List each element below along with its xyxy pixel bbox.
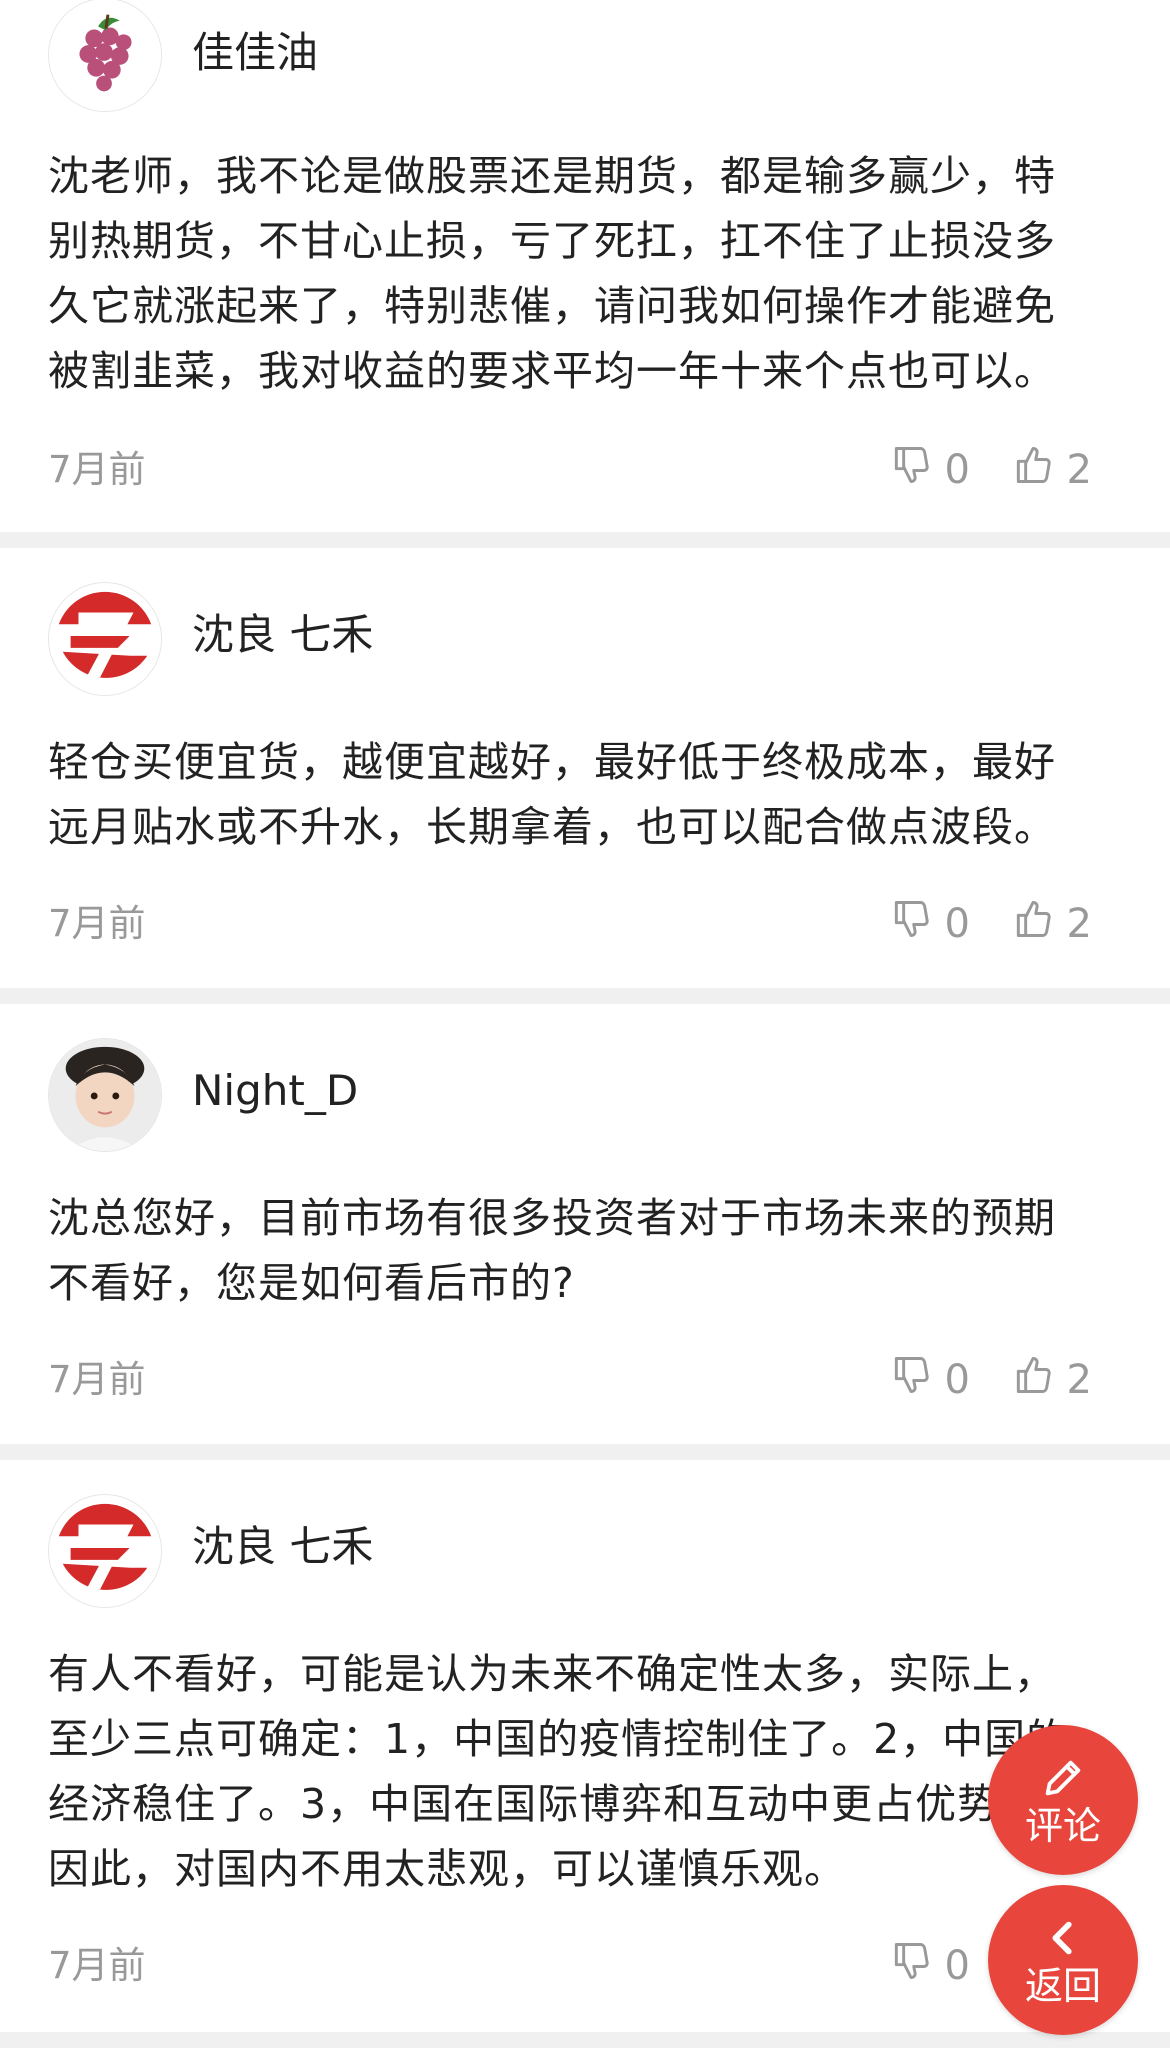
- thumbs-up-icon: [1011, 1353, 1067, 1407]
- text-line: 别热期货，不甘心止损，亏了死扛，扛不住了止损没多: [48, 217, 1056, 265]
- separator: [0, 532, 1170, 548]
- text-line: 被割韭菜，我对收益的要求平均一年十来个点也可以。: [48, 347, 1056, 395]
- separator: [0, 988, 1170, 1004]
- like-button[interactable]: 2: [1011, 440, 1092, 500]
- dislike-count: 0: [944, 1357, 970, 1403]
- dislike-button[interactable]: 0: [889, 1350, 970, 1410]
- chevron-left-icon: [1040, 1915, 1086, 1965]
- pencil-icon: [1040, 1755, 1086, 1805]
- thumbs-down-icon: [889, 1939, 945, 1993]
- username[interactable]: 沈良 七禾: [192, 1526, 373, 1568]
- comment-text: 沈老师，我不论是做股票还是期货，都是输多赢少，特 别热期货，不甘心止损，亏了死扛…: [48, 144, 1118, 404]
- comment-meta: 7月前 0 2: [0, 894, 1170, 954]
- like-button[interactable]: 2: [1011, 1350, 1092, 1410]
- dislike-button[interactable]: 0: [889, 894, 970, 954]
- text-line: 远月贴水或不升水，长期拿着，也可以配合做点波段。: [48, 803, 1056, 851]
- text-line: 经济稳住了。3，中国在国际博弈和互动中更占优势。: [48, 1780, 1042, 1828]
- comment-item: 沈良 七禾 轻仓买便宜货，越便宜越好，最好低于终极成本，最好 远月贴水或不升水，…: [0, 548, 1170, 988]
- text-line: 轻仓买便宜货，越便宜越好，最好低于终极成本，最好: [48, 738, 1056, 786]
- comment-fab-button[interactable]: 评论: [988, 1725, 1138, 1875]
- text-line: 沈老师，我不论是做股票还是期货，都是输多赢少，特: [48, 152, 1056, 200]
- thumbs-down-icon: [889, 897, 945, 951]
- username[interactable]: Night_D: [192, 1070, 358, 1112]
- dislike-count: 0: [944, 1943, 970, 1989]
- avatar[interactable]: [48, 1494, 162, 1608]
- timestamp: 7月前: [48, 902, 146, 945]
- avatar[interactable]: [48, 1038, 162, 1152]
- like-count: 2: [1066, 901, 1092, 947]
- comment-item: Night_D 沈总您好，目前市场有很多投资者对于市场未来的预期 不看好，您是如…: [0, 1004, 1170, 1444]
- dislike-button[interactable]: 0: [889, 440, 970, 500]
- timestamp: 7月前: [48, 1944, 146, 1987]
- comment-text: 轻仓买便宜货，越便宜越好，最好低于终极成本，最好 远月贴水或不升水，长期拿着，也…: [48, 730, 1118, 860]
- text-line: 久它就涨起来了，特别悲催，请问我如何操作才能避免: [48, 282, 1056, 330]
- thumbs-down-icon: [889, 1353, 945, 1407]
- dislike-count: 0: [944, 447, 970, 493]
- username[interactable]: 沈良 七禾: [192, 614, 373, 656]
- text-line: 至少三点可确定：1，中国的疫情控制住了。2，中国的: [48, 1715, 1069, 1763]
- username[interactable]: 佳佳油: [192, 32, 318, 74]
- text-line: 有人不看好，可能是认为未来不确定性太多，实际上，: [48, 1650, 1056, 1698]
- dislike-button[interactable]: 0: [889, 1936, 970, 1996]
- text-line: 沈总您好，目前市场有很多投资者对于市场未来的预期: [48, 1194, 1056, 1242]
- thumbs-up-icon: [1011, 443, 1067, 497]
- comment-text: 沈总您好，目前市场有很多投资者对于市场未来的预期 不看好，您是如何看后市的?: [48, 1186, 1118, 1316]
- back-fab-label: 返回: [1024, 1964, 1101, 2008]
- thumbs-up-icon: [1011, 897, 1067, 951]
- separator: [0, 2032, 1170, 2048]
- timestamp: 7月前: [48, 448, 146, 491]
- thumbs-down-icon: [889, 443, 945, 497]
- dislike-count: 0: [944, 901, 970, 947]
- avatar[interactable]: [48, 582, 162, 696]
- timestamp: 7月前: [48, 1358, 146, 1401]
- separator: [0, 1444, 1170, 1460]
- comment-fab-label: 评论: [1024, 1804, 1101, 1848]
- comment-meta: 7月前 0 2: [0, 1350, 1170, 1410]
- text-line: 不看好，您是如何看后市的?: [48, 1259, 575, 1307]
- comment-text: 有人不看好，可能是认为未来不确定性太多，实际上， 至少三点可确定：1，中国的疫情…: [48, 1642, 1118, 1902]
- avatar[interactable]: [48, 0, 162, 112]
- back-fab-button[interactable]: 返回: [988, 1885, 1138, 2035]
- comment-item: 佳佳油 沈老师，我不论是做股票还是期货，都是输多赢少，特 别热期货，不甘心止损，…: [0, 0, 1170, 532]
- comment-meta: 7月前 0 2: [0, 440, 1170, 500]
- like-count: 2: [1066, 1357, 1092, 1403]
- text-line: 因此，对国内不用太悲观，可以谨慎乐观。: [48, 1845, 846, 1893]
- like-button[interactable]: 2: [1011, 894, 1092, 954]
- like-count: 2: [1066, 447, 1092, 493]
